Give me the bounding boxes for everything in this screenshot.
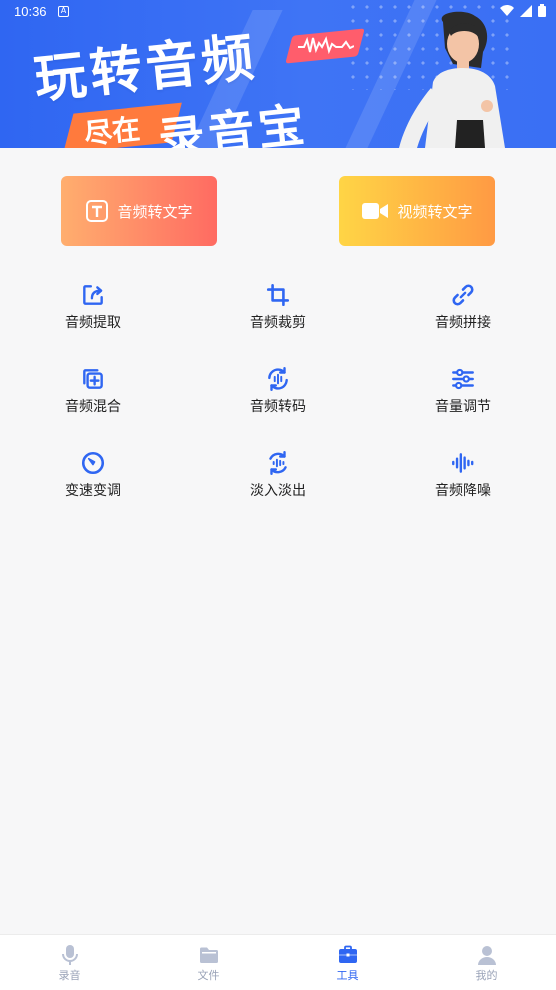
tool-volume-adjust[interactable]: 音量调节 xyxy=(403,366,523,436)
audio-to-text-label: 音频转文字 xyxy=(117,202,193,221)
waveform-icon xyxy=(298,36,354,55)
tool-label: 音频降噪 xyxy=(435,483,491,499)
tool-label: 音频转码 xyxy=(250,399,306,415)
video-to-text-label: 视频转文字 xyxy=(397,202,473,221)
link-icon xyxy=(452,284,474,306)
nav-item-tools[interactable]: 工具 xyxy=(278,935,417,990)
person-illustration xyxy=(399,11,505,148)
fade-icon xyxy=(269,450,287,476)
nav-item-record[interactable]: 录音 xyxy=(0,935,139,990)
tool-audio-transcode[interactable]: 音频转码 xyxy=(218,366,338,436)
tool-noise-reduction[interactable]: 音频降噪 xyxy=(403,450,523,520)
signal-icon xyxy=(520,4,532,17)
nav-label: 我的 xyxy=(475,969,498,982)
extract-icon xyxy=(83,285,103,305)
folder-icon xyxy=(199,947,218,963)
tool-label: 音频提取 xyxy=(65,315,121,331)
noise-reduction-icon xyxy=(452,453,474,473)
tool-audio-join[interactable]: 音频拼接 xyxy=(403,282,523,352)
nav-label: 工具 xyxy=(336,969,359,982)
microphone-icon xyxy=(61,945,78,965)
nav-label: 文件 xyxy=(197,969,220,982)
banner-subline-left: 尽在 xyxy=(82,112,142,148)
notification-icon: A xyxy=(58,6,69,17)
tool-audio-extract[interactable]: 音频提取 xyxy=(33,282,153,352)
status-bar: 10:36 A xyxy=(0,0,556,24)
toolbox-icon xyxy=(338,945,357,963)
bottom-nav: 录音 文件 工具 我的 xyxy=(0,934,556,990)
nav-label: 录音 xyxy=(58,969,81,982)
tool-fade-in-out[interactable]: 淡入淡出 xyxy=(218,450,338,520)
tool-label: 淡入淡出 xyxy=(250,483,306,499)
person-icon xyxy=(477,946,496,965)
promo-banner[interactable]: 玩转音频 尽在 录音宝 10:36 A xyxy=(0,0,556,148)
tool-speed-pitch[interactable]: 变速变调 xyxy=(33,450,153,520)
crop-icon xyxy=(266,283,290,307)
status-time: 10:36 xyxy=(14,4,47,19)
battery-icon xyxy=(538,4,546,17)
mix-icon xyxy=(83,369,103,389)
wifi-icon xyxy=(500,4,514,16)
tool-label: 音频裁剪 xyxy=(250,315,306,331)
tool-label: 音频混合 xyxy=(65,399,121,415)
nav-item-profile[interactable]: 我的 xyxy=(417,935,556,990)
audio-to-text-button[interactable]: 音频转文字 xyxy=(61,176,217,246)
video-to-text-button[interactable]: 视频转文字 xyxy=(339,176,495,246)
nav-item-files[interactable]: 文件 xyxy=(139,935,278,990)
transcode-icon xyxy=(268,366,288,392)
text-icon xyxy=(86,200,109,222)
speed-dial-icon xyxy=(81,451,105,475)
sliders-icon xyxy=(452,368,474,390)
video-icon xyxy=(362,203,389,219)
tool-audio-crop[interactable]: 音频裁剪 xyxy=(218,282,338,352)
tool-label: 变速变调 xyxy=(65,483,121,499)
tool-label: 音频拼接 xyxy=(435,315,491,331)
tool-audio-mix[interactable]: 音频混合 xyxy=(33,366,153,436)
tool-label: 音量调节 xyxy=(435,399,491,415)
